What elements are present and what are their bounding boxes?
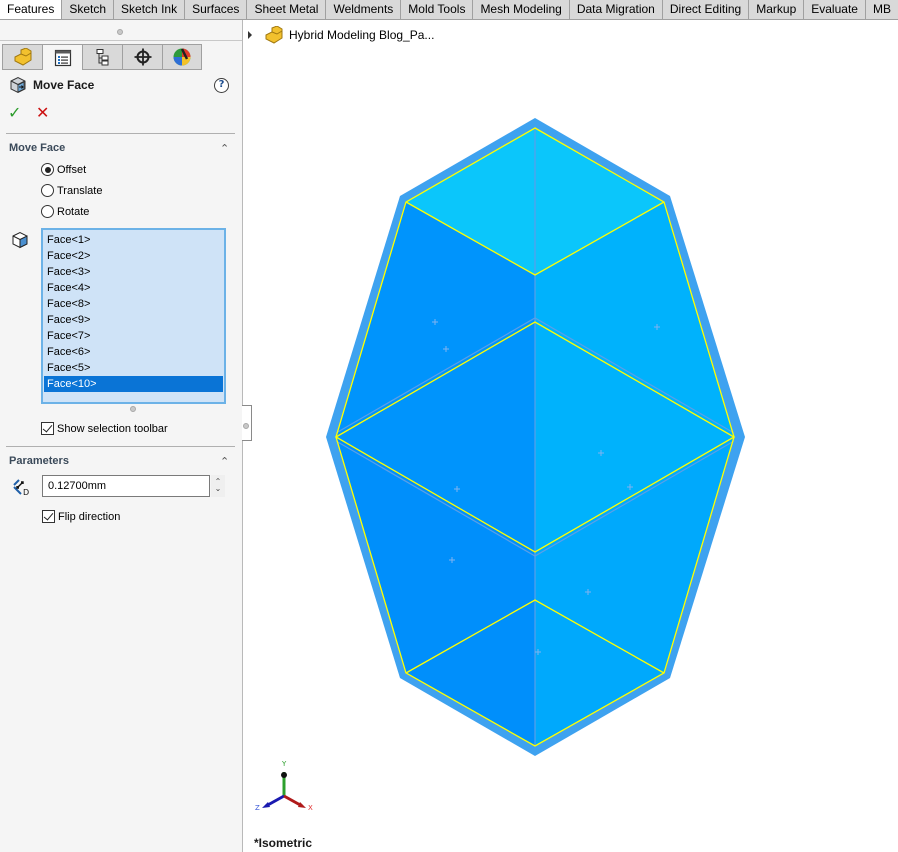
tab-property-manager[interactable] xyxy=(42,44,82,70)
radio-button[interactable] xyxy=(41,205,54,218)
panel-splitter-grip[interactable] xyxy=(117,29,123,35)
move-face-icon xyxy=(10,76,26,94)
cancel-button[interactable]: ✕ xyxy=(36,103,49,122)
tab-data-migration[interactable]: Data Migration xyxy=(570,0,663,19)
axis-triad: Y Z X xyxy=(255,760,313,812)
checkbox-label: Flip direction xyxy=(58,510,121,523)
distance-spinner[interactable]: ⌃ ⌄ xyxy=(211,475,225,497)
face-list-item[interactable]: Face<9> xyxy=(44,312,223,328)
list-resize-grip[interactable] xyxy=(130,406,136,412)
face-list-item[interactable]: Face<10> xyxy=(44,376,223,392)
tab-sketch-ink[interactable]: Sketch Ink xyxy=(114,0,186,19)
divider xyxy=(0,40,242,41)
radio-button[interactable] xyxy=(41,163,54,176)
tab-mb[interactable]: MB xyxy=(866,0,898,19)
radio-rotate[interactable]: Rotate xyxy=(41,205,89,218)
face-list-item[interactable]: Face<1> xyxy=(44,232,223,248)
tab-display-manager[interactable] xyxy=(162,44,202,70)
property-manager-title: Move Face xyxy=(33,78,95,92)
show-selection-toolbar-checkbox[interactable]: Show selection toolbar xyxy=(41,422,168,435)
radio-label: Offset xyxy=(57,163,87,176)
face-list-item[interactable]: Face<6> xyxy=(44,344,223,360)
face-selection-icon xyxy=(12,231,28,249)
face-list-item[interactable]: Face<2> xyxy=(44,248,223,264)
face-list-item[interactable]: Face<4> xyxy=(44,280,223,296)
property-manager-icon xyxy=(54,49,71,66)
face-list-item[interactable]: Face<8> xyxy=(44,296,223,312)
radio-offset[interactable]: Offset xyxy=(41,163,86,176)
distance-input[interactable]: 0.12700mm xyxy=(42,475,210,497)
tab-sketch[interactable]: Sketch xyxy=(62,0,115,19)
tab-markup[interactable]: Markup xyxy=(749,0,805,19)
checkbox[interactable] xyxy=(42,510,55,523)
checkbox[interactable] xyxy=(41,422,54,435)
tab-weldments[interactable]: Weldments xyxy=(326,0,402,19)
distance-icon: D xyxy=(13,479,29,497)
tab-sheet-metal[interactable]: Sheet Metal xyxy=(247,0,327,19)
tab-configuration-manager[interactable] xyxy=(82,44,122,70)
tab-evaluate[interactable]: Evaluate xyxy=(804,0,866,19)
flip-direction-checkbox[interactable]: Flip direction xyxy=(42,510,120,523)
feature-manager-icon xyxy=(14,48,31,66)
dimxpert-manager-icon xyxy=(134,48,151,66)
z-axis-label: Z xyxy=(255,804,260,812)
panel-tabs xyxy=(2,44,202,70)
divider xyxy=(6,446,235,447)
face-list-item[interactable]: Face<5> xyxy=(44,360,223,376)
x-axis-label: X xyxy=(308,804,313,812)
move-face-section-header[interactable]: Move Face xyxy=(9,142,65,154)
property-manager-header: Move Face xyxy=(9,76,94,94)
tab-feature-manager[interactable] xyxy=(2,44,42,70)
face-list-item[interactable]: Face<7> xyxy=(44,328,223,344)
model-canvas[interactable] xyxy=(244,20,898,852)
tab-mold-tools[interactable]: Mold Tools xyxy=(401,0,474,19)
svg-text:D: D xyxy=(23,488,29,497)
y-axis-head xyxy=(281,772,287,778)
command-manager-tabs: Features Sketch Sketch Ink Surfaces Sheet Me… xyxy=(0,0,898,20)
radio-label: Translate xyxy=(57,184,103,197)
faces-selection-list[interactable]: Face<1> Face<2> Face<3> Face<4> Face<8> Face<… xyxy=(41,228,226,404)
tab-surfaces[interactable]: Surfaces xyxy=(185,0,248,19)
spin-down-button[interactable]: ⌄ xyxy=(211,485,225,497)
radio-translate[interactable]: Translate xyxy=(41,184,102,197)
configuration-manager-icon xyxy=(96,49,108,66)
collapse-chevron-icon[interactable]: ⌃ xyxy=(220,142,229,155)
ok-button[interactable]: ✓ xyxy=(8,103,21,122)
checkbox-label: Show selection toolbar xyxy=(57,422,168,435)
display-manager-icon xyxy=(173,48,191,66)
y-axis-label: Y xyxy=(281,760,287,768)
divider xyxy=(6,133,235,134)
tab-dimxpert-manager[interactable] xyxy=(122,44,162,70)
tab-mesh-modeling[interactable]: Mesh Modeling xyxy=(473,0,570,19)
tab-features[interactable]: Features xyxy=(0,0,63,19)
collapse-chevron-icon[interactable]: ⌃ xyxy=(220,455,229,468)
face-list-item[interactable]: Face<3> xyxy=(44,264,223,280)
tab-direct-editing[interactable]: Direct Editing xyxy=(663,0,750,19)
parameters-section-header[interactable]: Parameters xyxy=(9,455,69,467)
help-button[interactable]: ? xyxy=(214,78,229,93)
radio-button[interactable] xyxy=(41,184,54,197)
view-orientation-label: *Isometric xyxy=(254,836,313,850)
radio-label: Rotate xyxy=(57,205,90,218)
